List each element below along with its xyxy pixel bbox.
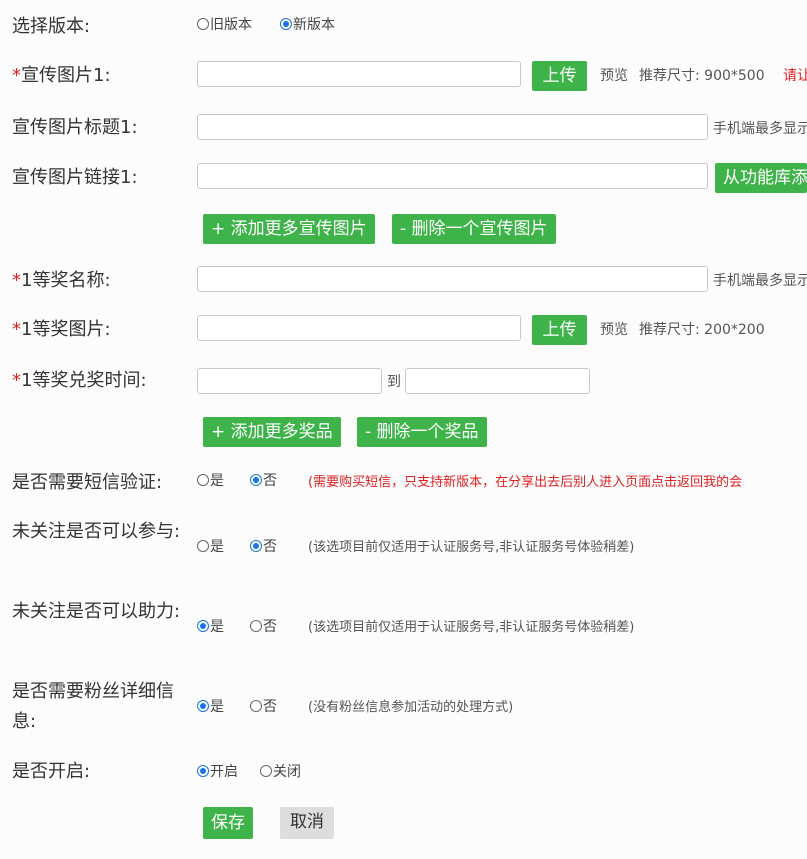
version-label: 选择版本: [12, 16, 91, 37]
version-old-radio[interactable]: 旧版本 [197, 16, 252, 34]
cancel-button[interactable]: 取消 [280, 807, 334, 839]
remove-promo-image-button[interactable]: - 删除一个宣传图片 [392, 214, 556, 244]
promo-image-size-hint: 推荐尺寸: 900*500 [639, 68, 765, 84]
prize-image-input[interactable] [197, 315, 521, 341]
follow-join-yes-radio[interactable]: 是 [197, 538, 224, 556]
prize-time-end-input[interactable] [405, 368, 590, 394]
prize-name-hint: 手机端最多显示 [713, 273, 807, 289]
follow-help-label: 未关注是否可以助力: [12, 601, 181, 622]
prize-time-label: *1等奖兑奖时间: [12, 370, 147, 391]
sms-label: 是否需要短信验证: [12, 472, 163, 493]
promo-link-label: 宣传图片链接1: [12, 167, 138, 188]
follow-join-no-radio[interactable]: 否 [250, 538, 277, 556]
promo-image-upload-button[interactable]: 上传 [532, 61, 587, 91]
promo-link-library-button[interactable]: 从功能库添 [715, 163, 807, 193]
fans-info-no-radio[interactable]: 否 [250, 698, 277, 716]
promo-image-warning: 请让 [783, 68, 807, 84]
save-button[interactable]: 保存 [203, 807, 253, 839]
prize-name-input[interactable] [197, 266, 708, 292]
promo-image-input[interactable] [197, 61, 521, 87]
prize-time-start-input[interactable] [197, 368, 382, 394]
sms-no-radio[interactable]: 否 [250, 472, 277, 490]
promo-link-input[interactable] [197, 163, 708, 189]
follow-help-note: (该选项目前仅适用于认证服务号,非认证服务号体验稍差) [308, 620, 635, 635]
enabled-label: 是否开启: [12, 761, 91, 782]
follow-join-note: (该选项目前仅适用于认证服务号,非认证服务号体验稍差) [308, 540, 635, 555]
sms-note: (需要购买短信，只支持新版本，在分享出去后别人进入页面点击返回我的会 [308, 475, 743, 490]
prize-image-upload-button[interactable]: 上传 [532, 315, 587, 345]
prize-image-preview-link[interactable]: 预览 [600, 320, 628, 340]
promo-title-hint: 手机端最多显示 [713, 121, 807, 137]
follow-help-yes-radio[interactable]: 是 [197, 618, 224, 636]
sms-yes-radio[interactable]: 是 [197, 472, 224, 490]
follow-help-no-radio[interactable]: 否 [250, 618, 277, 636]
promo-image-label: *宣传图片1: [12, 65, 111, 86]
promo-image-preview-link[interactable]: 预览 [600, 66, 628, 86]
fans-info-note: (没有粉丝信息参加活动的处理方式) [308, 700, 514, 715]
promo-title-input[interactable] [197, 114, 708, 140]
prize-name-label: *1等奖名称: [12, 270, 111, 291]
fans-info-label: 是否需要粉丝详细信息: [12, 681, 174, 732]
version-new-radio[interactable]: 新版本 [280, 16, 335, 34]
prize-time-to-text: 到 [387, 374, 401, 390]
add-promo-image-button[interactable]: + 添加更多宣传图片 [203, 214, 375, 244]
follow-join-label: 未关注是否可以参与: [12, 521, 181, 542]
prize-image-label: *1等奖图片: [12, 319, 111, 340]
promo-title-label: 宣传图片标题1: [12, 117, 138, 138]
add-prize-button[interactable]: + 添加更多奖品 [203, 417, 341, 447]
prize-image-size-hint: 推荐尺寸: 200*200 [639, 322, 765, 338]
fans-info-yes-radio[interactable]: 是 [197, 698, 224, 716]
enabled-off-radio[interactable]: 关闭 [260, 763, 301, 781]
enabled-on-radio[interactable]: 开启 [197, 763, 238, 781]
remove-prize-button[interactable]: - 删除一个奖品 [357, 417, 487, 447]
